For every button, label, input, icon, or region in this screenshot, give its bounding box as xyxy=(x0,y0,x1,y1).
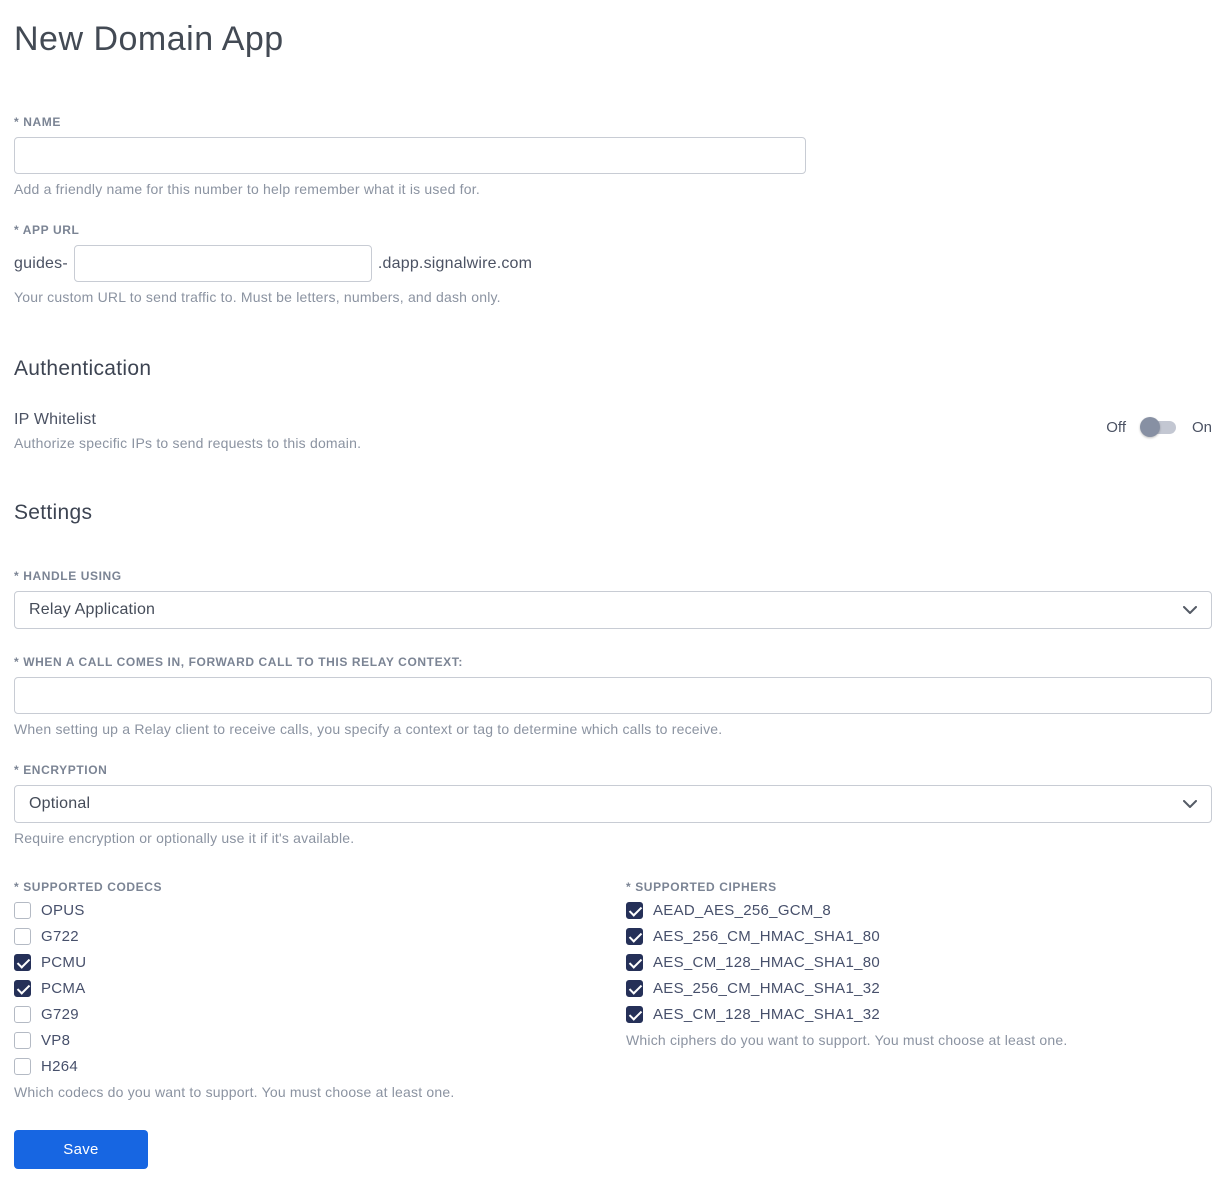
supported-ciphers-group: * Supported ciphers AEAD_AES_256_GCM_8 A… xyxy=(626,880,1212,1100)
encryption-field: * Encryption Optional Require encryption… xyxy=(14,763,1212,846)
codec-checkbox-row[interactable]: G729 xyxy=(14,1006,626,1023)
name-input[interactable] xyxy=(14,137,806,174)
ip-whitelist-toggle-group: Off On xyxy=(1106,417,1212,437)
codec-checkbox-label[interactable]: H264 xyxy=(41,1058,78,1075)
checkbox-icon[interactable] xyxy=(626,980,643,997)
toggle-on-label: On xyxy=(1191,418,1212,436)
encryption-select[interactable]: Optional xyxy=(14,785,1212,823)
chevron-down-icon xyxy=(1183,605,1197,615)
toggle-thumb-icon xyxy=(1139,417,1160,437)
ip-whitelist-label: IP Whitelist xyxy=(14,411,97,428)
ip-whitelist-text: IP Whitelist Authorize specific IPs to s… xyxy=(14,411,361,451)
handle-using-select[interactable]: Relay Application xyxy=(14,591,1212,629)
cipher-checkbox-label[interactable]: AES_256_CM_HMAC_SHA1_32 xyxy=(653,980,880,997)
codec-checkbox-row[interactable]: PCMA xyxy=(14,980,626,997)
codec-checkbox-label[interactable]: OPUS xyxy=(41,902,85,919)
ciphers-list: AEAD_AES_256_GCM_8 AES_256_CM_HMAC_SHA1_… xyxy=(626,902,1212,1023)
save-button[interactable]: Save xyxy=(14,1130,148,1169)
name-help: Add a friendly name for this number to h… xyxy=(14,181,480,197)
encryption-value: Optional xyxy=(29,795,91,812)
chevron-down-icon xyxy=(1183,799,1197,809)
settings-heading: Settings xyxy=(14,501,93,524)
checkbox-icon[interactable] xyxy=(14,1032,31,1049)
checkbox-icon[interactable] xyxy=(14,980,31,997)
app-url-prefix: guides- xyxy=(14,254,68,272)
supported-codecs-help: Which codecs do you want to support. You… xyxy=(14,1084,455,1100)
cipher-checkbox-row[interactable]: AES_CM_128_HMAC_SHA1_80 xyxy=(626,954,1212,971)
name-label: * Name xyxy=(14,115,61,129)
authentication-heading: Authentication xyxy=(14,357,152,380)
codec-checkbox-row[interactable]: G722 xyxy=(14,928,626,945)
cipher-checkbox-row[interactable]: AES_CM_128_HMAC_SHA1_32 xyxy=(626,1006,1212,1023)
cipher-checkbox-label[interactable]: AES_256_CM_HMAC_SHA1_80 xyxy=(653,928,880,945)
checkbox-icon[interactable] xyxy=(626,928,643,945)
supported-codecs-label: * Supported codecs xyxy=(14,880,163,894)
toggle-off-label: Off xyxy=(1106,418,1126,436)
cipher-checkbox-label[interactable]: AES_CM_128_HMAC_SHA1_80 xyxy=(653,954,880,971)
codec-checkbox-label[interactable]: G729 xyxy=(41,1006,79,1023)
checkbox-icon[interactable] xyxy=(14,902,31,919)
codec-checkbox-label[interactable]: PCMA xyxy=(41,980,86,997)
codec-cipher-columns: * Supported codecs OPUS G722 xyxy=(14,880,1212,1100)
codec-checkbox-row[interactable]: OPUS xyxy=(14,902,626,919)
codec-checkbox-label[interactable]: G722 xyxy=(41,928,79,945)
relay-context-label: * When a call comes in, forward call to … xyxy=(14,655,463,669)
checkbox-icon[interactable] xyxy=(626,1006,643,1023)
checkbox-icon[interactable] xyxy=(626,902,643,919)
ip-whitelist-description: Authorize specific IPs to send requests … xyxy=(14,435,362,451)
codec-checkbox-row[interactable]: H264 xyxy=(14,1058,626,1075)
supported-ciphers-help: Which ciphers do you want to support. Yo… xyxy=(626,1032,1068,1048)
checkbox-icon[interactable] xyxy=(14,1058,31,1075)
handle-using-value: Relay Application xyxy=(29,601,156,618)
handle-using-field: * Handle using Relay Application xyxy=(14,569,1212,629)
encryption-label: * Encryption xyxy=(14,763,108,777)
relay-context-input[interactable] xyxy=(14,677,1212,714)
app-url-field: * App URL guides- .dapp.signalwire.com Y… xyxy=(14,223,1212,305)
ip-whitelist-row: IP Whitelist Authorize specific IPs to s… xyxy=(14,411,1212,451)
codecs-list: OPUS G722 PCMU PCMA G729 VP8 H264 xyxy=(14,902,626,1075)
relay-context-help: When setting up a Relay client to receiv… xyxy=(14,721,723,737)
checkbox-icon[interactable] xyxy=(14,1006,31,1023)
checkbox-icon[interactable] xyxy=(14,928,31,945)
cipher-checkbox-row[interactable]: AES_256_CM_HMAC_SHA1_32 xyxy=(626,980,1212,997)
app-url-help: Your custom URL to send traffic to. Must… xyxy=(14,289,501,305)
codec-checkbox-label[interactable]: VP8 xyxy=(41,1032,70,1049)
cipher-checkbox-row[interactable]: AEAD_AES_256_GCM_8 xyxy=(626,902,1212,919)
app-url-row: guides- .dapp.signalwire.com xyxy=(14,245,1212,282)
app-url-input[interactable] xyxy=(73,245,372,282)
supported-ciphers-label: * Supported ciphers xyxy=(626,880,777,894)
codec-checkbox-row[interactable]: PCMU xyxy=(14,954,626,971)
app-url-suffix: .dapp.signalwire.com xyxy=(377,254,533,272)
encryption-help: Require encryption or optionally use it … xyxy=(14,830,355,846)
app-url-label: * App URL xyxy=(14,223,80,237)
codec-checkbox-label[interactable]: PCMU xyxy=(41,954,86,971)
handle-using-label: * Handle using xyxy=(14,569,122,583)
page-title: New Domain App xyxy=(14,20,284,58)
supported-codecs-group: * Supported codecs OPUS G722 xyxy=(14,880,626,1100)
cipher-checkbox-label[interactable]: AEAD_AES_256_GCM_8 xyxy=(653,902,831,919)
checkbox-icon[interactable] xyxy=(626,954,643,971)
new-domain-app-page: New Domain App * Name Add a friendly nam… xyxy=(0,0,1230,1193)
cipher-checkbox-row[interactable]: AES_256_CM_HMAC_SHA1_80 xyxy=(626,928,1212,945)
cipher-checkbox-label[interactable]: AES_CM_128_HMAC_SHA1_32 xyxy=(653,1006,880,1023)
ip-whitelist-toggle[interactable] xyxy=(1139,417,1178,437)
checkbox-icon[interactable] xyxy=(14,954,31,971)
codec-checkbox-row[interactable]: VP8 xyxy=(14,1032,626,1049)
relay-context-field: * When a call comes in, forward call to … xyxy=(14,655,1212,737)
name-field: * Name Add a friendly name for this numb… xyxy=(14,115,1212,197)
